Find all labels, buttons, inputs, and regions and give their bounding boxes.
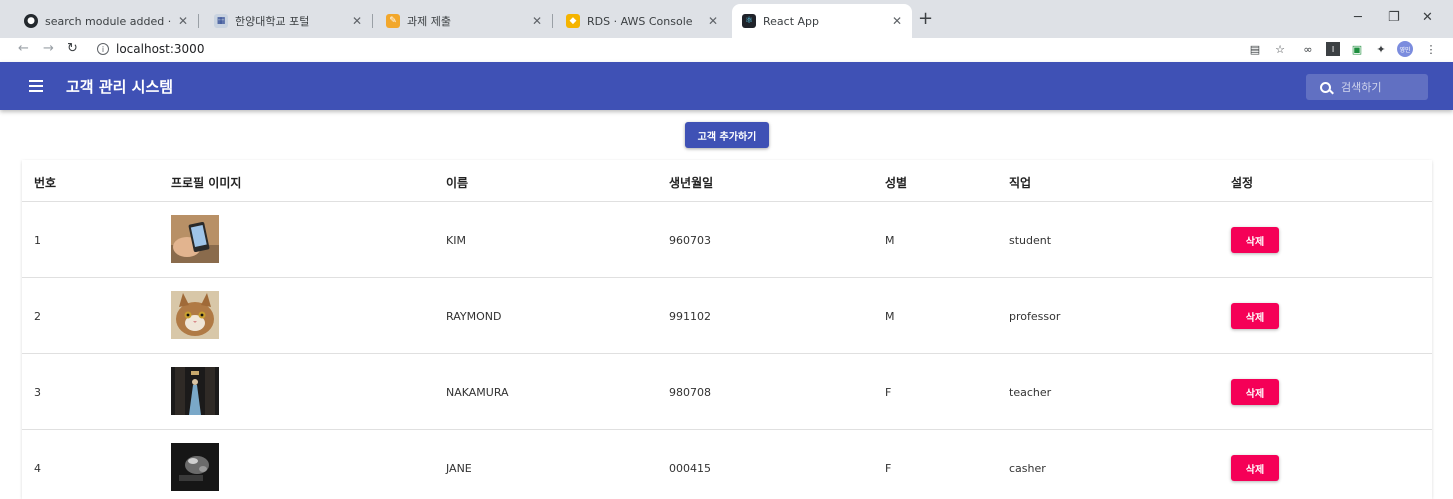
cell-birthday: 000415 (669, 462, 711, 475)
profile-image (171, 367, 219, 415)
profile-image (171, 443, 219, 491)
app-bar: 고객 관리 시스템 (0, 62, 1453, 110)
header-settings: 설정 (1231, 176, 1254, 190)
browser-tab-strip: ● search module added · Jaejuna ✕ ▦ 한양대학… (0, 0, 1453, 38)
restore-icon[interactable]: ❐ (1388, 10, 1400, 25)
cell-birthday: 980708 (669, 386, 711, 399)
hanyang-icon: ▦ (214, 14, 228, 28)
delete-button[interactable]: 삭제 (1231, 379, 1279, 405)
cell-birthday: 960703 (669, 234, 711, 247)
table-header: 번호 프로필 이미지 이름 생년월일 성별 직업 설정 (22, 160, 1432, 202)
cell-id: 4 (34, 462, 41, 475)
header-name: 이름 (446, 176, 469, 190)
cell-id: 1 (34, 234, 41, 247)
cell-birthday: 991102 (669, 310, 711, 323)
new-tab-icon[interactable]: + (918, 10, 933, 28)
profile-image (171, 215, 219, 263)
header-profile-image: 프로필 이미지 (171, 176, 242, 190)
cell-id: 2 (34, 310, 41, 323)
profile-avatar[interactable]: 영민 (1397, 41, 1413, 57)
more-menu-icon[interactable]: ⋮ (1424, 42, 1438, 56)
aws-icon: ◆ (566, 14, 580, 28)
table-row: 3 NAKAMURA 980708 F teacher 삭제 (22, 354, 1432, 430)
cell-gender: M (885, 310, 895, 323)
delete-button[interactable]: 삭제 (1231, 303, 1279, 329)
table-row: 1 KIM 960703 M student 삭제 (22, 202, 1432, 278)
forward-icon[interactable]: → (43, 41, 54, 56)
cell-job: professor (1009, 310, 1061, 323)
header-job: 직업 (1009, 176, 1032, 190)
cell-gender: M (885, 234, 895, 247)
translate-icon[interactable]: ▤ (1248, 42, 1262, 56)
browser-tab[interactable]: ◆ RDS · AWS Console ✕ (556, 6, 728, 36)
tab-divider (198, 14, 199, 28)
glasses-icon[interactable]: ∞ (1301, 42, 1315, 56)
cell-gender: F (885, 386, 892, 399)
browser-tab-active[interactable]: ⚛ React App ✕ (732, 4, 912, 38)
customer-table: 번호 프로필 이미지 이름 생년월일 성별 직업 설정 1 KIM 960703… (22, 160, 1432, 499)
cell-name: JANE (446, 462, 472, 475)
browser-tab[interactable]: ▦ 한양대학교 포털 ✕ (204, 6, 373, 36)
close-tab-icon[interactable]: ✕ (708, 14, 718, 28)
search-input[interactable] (1341, 80, 1421, 94)
cell-job: teacher (1009, 386, 1052, 399)
star-icon[interactable]: ☆ (1273, 42, 1287, 56)
back-icon[interactable]: ← (18, 41, 29, 56)
close-tab-icon[interactable]: ✕ (352, 14, 362, 28)
cell-name: NAKAMURA (446, 386, 509, 399)
delete-button[interactable]: 삭제 (1231, 455, 1279, 481)
browser-tab[interactable]: ● search module added · Jaejuna ✕ (14, 6, 199, 36)
browser-tab[interactable]: ✎ 과제 제출 ✕ (376, 6, 553, 36)
close-tab-icon[interactable]: ✕ (532, 14, 542, 28)
close-tab-icon[interactable]: ✕ (178, 14, 188, 28)
assignment-icon: ✎ (386, 14, 400, 28)
address-bar: ← → ↻ i localhost:3000 ▤ ☆ ∞ I ▣ ✦ 영민 ⋮ (0, 38, 1453, 62)
search-box[interactable] (1306, 74, 1428, 100)
tab-divider (552, 14, 553, 28)
cell-name: RAYMOND (446, 310, 502, 323)
url-field[interactable]: i localhost:3000 (97, 42, 204, 56)
profile-image (171, 291, 219, 339)
window-close-icon[interactable]: ✕ (1422, 10, 1433, 25)
delete-button[interactable]: 삭제 (1231, 227, 1279, 253)
table-row: 4 JANE 000415 F casher 삭제 (22, 430, 1432, 499)
table-row: 2 RAYMOND 991102 M professor 삭제 (22, 278, 1432, 354)
cell-id: 3 (34, 386, 41, 399)
header-id: 번호 (34, 176, 57, 190)
reload-icon[interactable]: ↻ (67, 41, 78, 56)
close-tab-icon[interactable]: ✕ (892, 14, 902, 28)
header-gender: 성별 (885, 176, 908, 190)
info-icon[interactable]: i (97, 43, 109, 55)
app-title: 고객 관리 시스템 (66, 78, 174, 96)
github-icon: ● (24, 14, 38, 28)
tab-divider (372, 14, 373, 28)
react-icon: ⚛ (742, 14, 756, 28)
cell-name: KIM (446, 234, 466, 247)
cell-job: student (1009, 234, 1052, 247)
cell-job: casher (1009, 462, 1046, 475)
hamburger-menu-icon[interactable] (29, 80, 43, 92)
minimize-icon[interactable]: ─ (1354, 10, 1362, 25)
screen-icon[interactable]: ▣ (1350, 42, 1364, 56)
add-customer-button[interactable]: 고객 추가하기 (685, 122, 769, 148)
puzzle-icon[interactable]: ✦ (1374, 42, 1388, 56)
header-birthday: 생년월일 (669, 176, 714, 190)
search-icon (1320, 81, 1331, 93)
extension-icon[interactable]: I (1326, 42, 1340, 56)
cell-gender: F (885, 462, 892, 475)
